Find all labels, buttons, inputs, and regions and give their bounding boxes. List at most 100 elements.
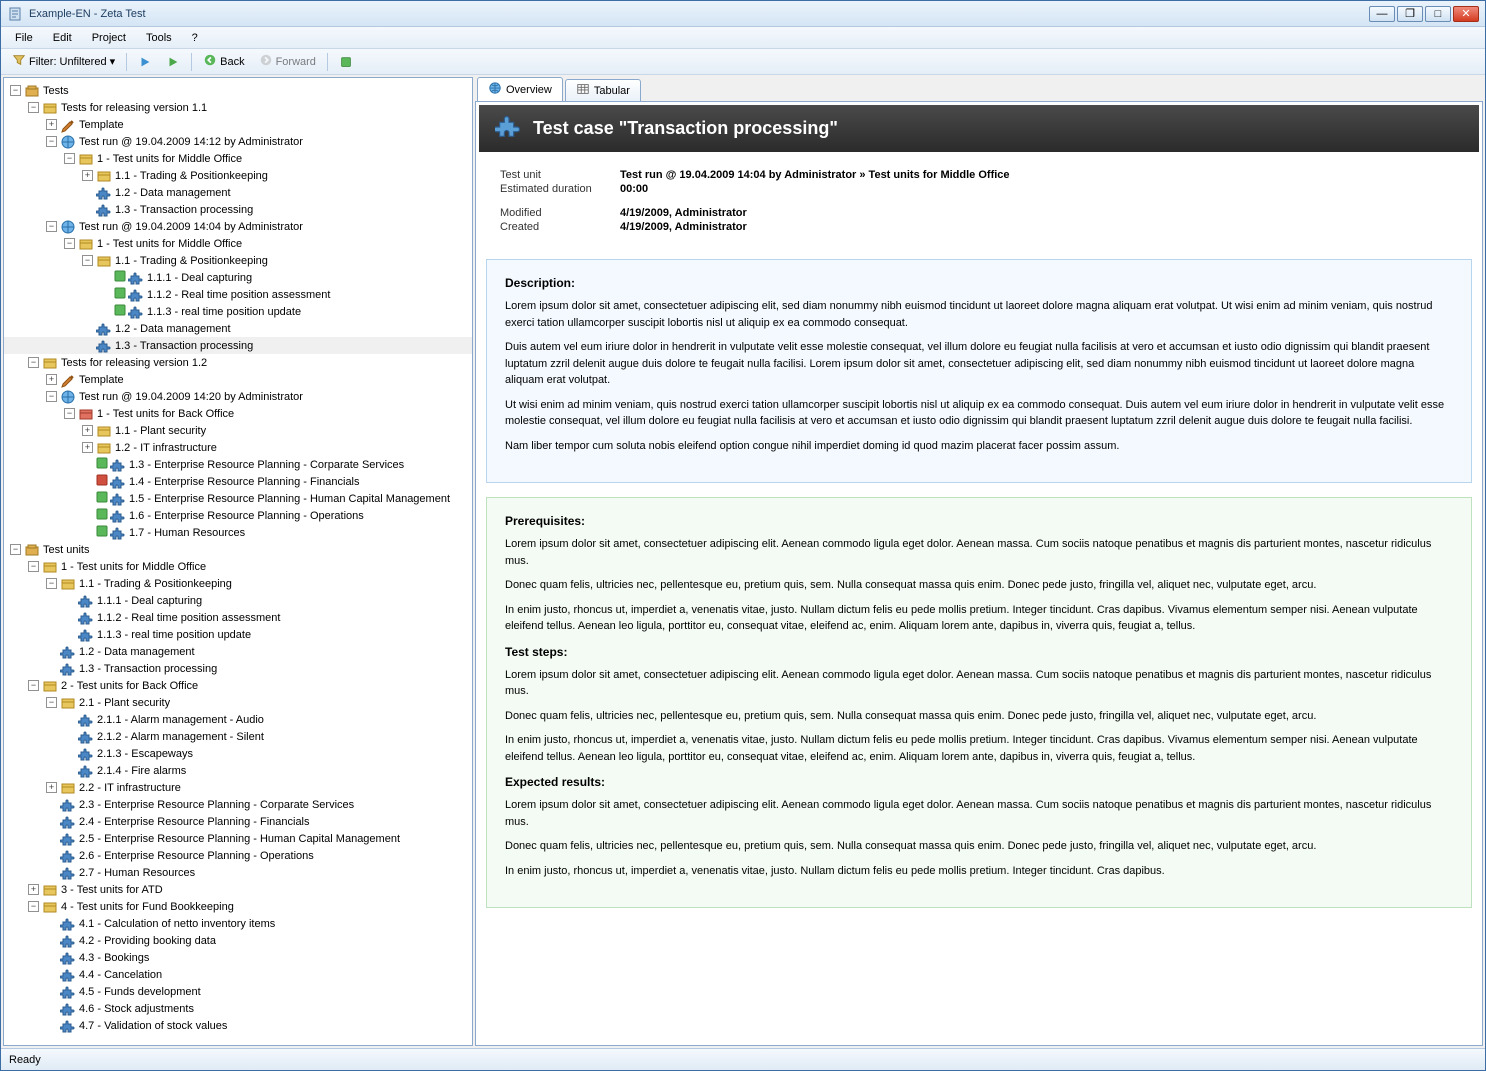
tree-item[interactable]: 4.3 - Bookings bbox=[4, 949, 472, 966]
tree-item[interactable]: −1 - Test units for Back Office bbox=[4, 405, 472, 422]
filter-button[interactable]: Filter: Unfiltered ▾ bbox=[7, 50, 120, 73]
tree-item[interactable]: −1.1 - Trading & Positionkeeping bbox=[4, 252, 472, 269]
tree-item[interactable]: 1.1.1 - Deal capturing bbox=[4, 592, 472, 609]
tree-expander-icon[interactable]: − bbox=[10, 85, 21, 96]
tree-item[interactable]: 1.1.2 - Real time position assessment bbox=[4, 609, 472, 626]
tree-expander-icon[interactable]: − bbox=[28, 102, 39, 113]
tree-item[interactable]: −1 - Test units for Middle Office bbox=[4, 558, 472, 575]
tree-item[interactable]: −2.1 - Plant security bbox=[4, 694, 472, 711]
tree-item[interactable]: −Tests bbox=[4, 82, 472, 99]
tree-item[interactable]: 2.1.2 - Alarm management - Silent bbox=[4, 728, 472, 745]
tree-expander-icon[interactable]: + bbox=[46, 374, 57, 385]
tab-tabular[interactable]: Tabular bbox=[565, 79, 641, 101]
tree-item[interactable]: 4.4 - Cancelation bbox=[4, 966, 472, 983]
tree-item[interactable]: −1 - Test units for Middle Office bbox=[4, 150, 472, 167]
play-green-button[interactable] bbox=[161, 52, 185, 72]
tree-item[interactable]: −Tests for releasing version 1.1 bbox=[4, 99, 472, 116]
tree-expander-icon[interactable]: − bbox=[64, 238, 75, 249]
tree-item[interactable]: 2.7 - Human Resources bbox=[4, 864, 472, 881]
tree-item[interactable]: 1.6 - Enterprise Resource Planning - Ope… bbox=[4, 507, 472, 524]
tree-item[interactable]: −Test run @ 19.04.2009 14:20 by Administ… bbox=[4, 388, 472, 405]
tree-item[interactable]: −4 - Test units for Fund Bookkeeping bbox=[4, 898, 472, 915]
tree-item[interactable]: +1.2 - IT infrastructure bbox=[4, 439, 472, 456]
close-button[interactable]: ✕ bbox=[1453, 6, 1479, 22]
tree-item[interactable]: −Test run @ 19.04.2009 14:12 by Administ… bbox=[4, 133, 472, 150]
back-button[interactable]: Back bbox=[198, 50, 249, 73]
tree-item[interactable]: +Template bbox=[4, 116, 472, 133]
menu-file[interactable]: File bbox=[5, 30, 43, 46]
green-tool-button[interactable] bbox=[334, 52, 358, 72]
tree-expander-icon[interactable]: − bbox=[64, 153, 75, 164]
tree-item[interactable]: 1.1.1 - Deal capturing bbox=[4, 269, 472, 286]
tree-view[interactable]: −Tests−Tests for releasing version 1.1+T… bbox=[3, 77, 473, 1046]
tree-item[interactable]: 1.1.3 - real time position update bbox=[4, 303, 472, 320]
maximize-button[interactable]: □ bbox=[1425, 6, 1451, 22]
tree-item[interactable]: 4.1 - Calculation of netto inventory ite… bbox=[4, 915, 472, 932]
tree-item[interactable]: 1.2 - Data management bbox=[4, 643, 472, 660]
detail-scroll[interactable]: Test case "Transaction processing" Test … bbox=[475, 101, 1483, 1046]
tree-expander-icon[interactable]: + bbox=[82, 442, 93, 453]
tree-item[interactable]: 2.5 - Enterprise Resource Planning - Hum… bbox=[4, 830, 472, 847]
tree-item[interactable]: 2.1.1 - Alarm management - Audio bbox=[4, 711, 472, 728]
tree-item[interactable]: +Template bbox=[4, 371, 472, 388]
tree-spacer bbox=[82, 493, 93, 504]
tree-expander-icon[interactable]: − bbox=[10, 544, 21, 555]
tree-expander-icon[interactable]: − bbox=[28, 561, 39, 572]
tree-item[interactable]: 4.7 - Validation of stock values bbox=[4, 1017, 472, 1034]
tree-item[interactable]: 4.2 - Providing booking data bbox=[4, 932, 472, 949]
tree-expander-icon[interactable]: − bbox=[46, 136, 57, 147]
tree-expander-icon[interactable]: + bbox=[82, 170, 93, 181]
restore-button[interactable]: ❐ bbox=[1397, 6, 1423, 22]
tree-expander-icon[interactable]: + bbox=[46, 119, 57, 130]
tree-item[interactable]: 2.4 - Enterprise Resource Planning - Fin… bbox=[4, 813, 472, 830]
tree-item[interactable]: 1.4 - Enterprise Resource Planning - Fin… bbox=[4, 473, 472, 490]
tree-item[interactable]: 1.1.3 - real time position update bbox=[4, 626, 472, 643]
tree-item[interactable]: 4.6 - Stock adjustments bbox=[4, 1000, 472, 1017]
tree-item[interactable]: 1.3 - Transaction processing bbox=[4, 337, 472, 354]
tree-expander-icon[interactable]: − bbox=[46, 578, 57, 589]
tree-item[interactable]: 2.1.4 - Fire alarms bbox=[4, 762, 472, 779]
tree-expander-icon[interactable]: − bbox=[46, 391, 57, 402]
tree-expander-icon[interactable]: − bbox=[46, 697, 57, 708]
tree-item[interactable]: 1.3 - Transaction processing bbox=[4, 201, 472, 218]
tree-item[interactable]: 1.2 - Data management bbox=[4, 184, 472, 201]
tree-expander-icon[interactable]: + bbox=[82, 425, 93, 436]
minimize-button[interactable]: — bbox=[1369, 6, 1395, 22]
menu-project[interactable]: Project bbox=[82, 30, 136, 46]
tree-item[interactable]: +1.1 - Plant security bbox=[4, 422, 472, 439]
tree-item[interactable]: 1.3 - Enterprise Resource Planning - Cor… bbox=[4, 456, 472, 473]
tree-item[interactable]: −Test run @ 19.04.2009 14:04 by Administ… bbox=[4, 218, 472, 235]
tree-item[interactable]: +1.1 - Trading & Positionkeeping bbox=[4, 167, 472, 184]
tree-expander-icon[interactable]: − bbox=[28, 680, 39, 691]
tree-item[interactable]: +3 - Test units for ATD bbox=[4, 881, 472, 898]
tree-item[interactable]: 1.5 - Enterprise Resource Planning - Hum… bbox=[4, 490, 472, 507]
tree-item[interactable]: −Tests for releasing version 1.2 bbox=[4, 354, 472, 371]
tree-item[interactable]: 2.6 - Enterprise Resource Planning - Ope… bbox=[4, 847, 472, 864]
tree-expander-icon[interactable]: − bbox=[64, 408, 75, 419]
tab-overview[interactable]: Overview bbox=[477, 77, 563, 101]
tree-item[interactable]: 1.2 - Data management bbox=[4, 320, 472, 337]
forward-button[interactable]: Forward bbox=[254, 50, 321, 73]
menu-edit[interactable]: Edit bbox=[43, 30, 82, 46]
tree-expander-icon[interactable]: − bbox=[28, 357, 39, 368]
tree-expander-icon[interactable]: − bbox=[28, 901, 39, 912]
menu-help[interactable]: ? bbox=[182, 30, 208, 46]
tree-item[interactable]: −2 - Test units for Back Office bbox=[4, 677, 472, 694]
tree-expander-icon[interactable]: − bbox=[82, 255, 93, 266]
tree-item[interactable]: −1 - Test units for Middle Office bbox=[4, 235, 472, 252]
tree-item[interactable]: −1.1 - Trading & Positionkeeping bbox=[4, 575, 472, 592]
tree-item[interactable]: +2.2 - IT infrastructure bbox=[4, 779, 472, 796]
tree-expander-icon[interactable]: + bbox=[46, 782, 57, 793]
tree-item[interactable]: 2.1.3 - Escapeways bbox=[4, 745, 472, 762]
tree-item[interactable]: 1.3 - Transaction processing bbox=[4, 660, 472, 677]
tree-item[interactable]: 4.5 - Funds development bbox=[4, 983, 472, 1000]
menu-tools[interactable]: Tools bbox=[136, 30, 182, 46]
tree-item[interactable]: 1.1.2 - Real time position assessment bbox=[4, 286, 472, 303]
tree-item[interactable]: 1.7 - Human Resources bbox=[4, 524, 472, 541]
titlebar[interactable]: Example-EN - Zeta Test — ❐ □ ✕ bbox=[1, 1, 1485, 27]
tree-expander-icon[interactable]: − bbox=[46, 221, 57, 232]
tree-expander-icon[interactable]: + bbox=[28, 884, 39, 895]
tree-item[interactable]: 2.3 - Enterprise Resource Planning - Cor… bbox=[4, 796, 472, 813]
tree-item[interactable]: −Test units bbox=[4, 541, 472, 558]
play-button[interactable] bbox=[133, 52, 157, 72]
